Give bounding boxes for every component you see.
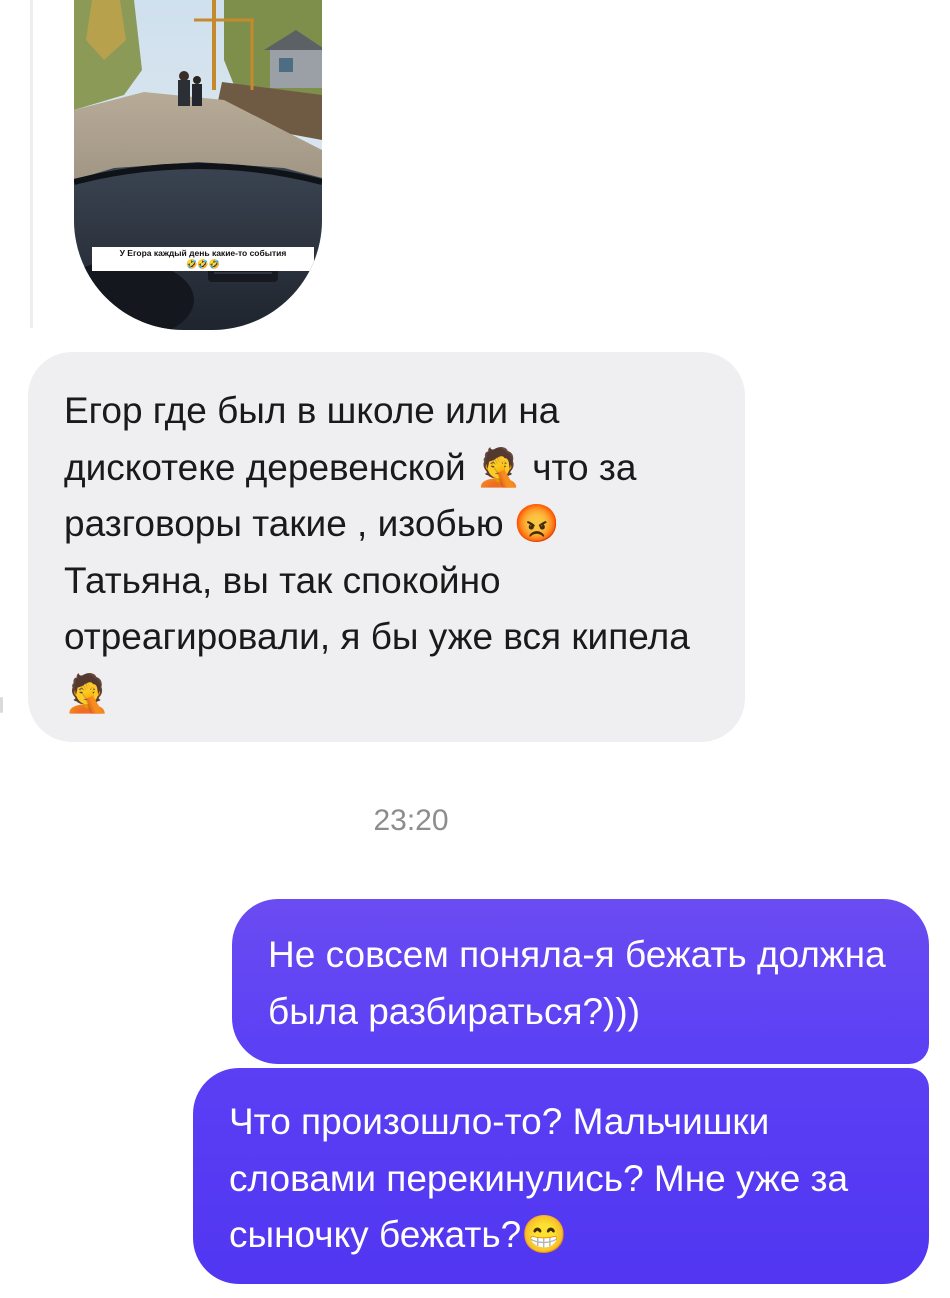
story-caption-emoji: 🤣🤣🤣	[186, 259, 220, 269]
avatar-edge	[0, 697, 3, 713]
incoming-message-bubble[interactable]: Егор где был в школе или на дискотеке де…	[28, 352, 745, 742]
outgoing-message-bubble[interactable]: Что произошло-то? Мальчишки словами пере…	[193, 1068, 929, 1284]
story-caption-text: У Егора каждый день какие-то события	[119, 248, 287, 258]
story-image	[74, 0, 322, 330]
story-caption: У Егора каждый день какие-то события 🤣🤣🤣	[92, 247, 314, 271]
outgoing-message-text: Не совсем поняла-я бежать должна была ра…	[268, 934, 886, 1032]
outgoing-message-bubble[interactable]: Не совсем поняла-я бежать должна была ра…	[232, 899, 929, 1064]
outgoing-message-text: Что произошло-то? Мальчишки словами пере…	[229, 1101, 849, 1255]
story-reply-thumbnail[interactable]: У Егора каждый день какие-то события 🤣🤣🤣	[74, 0, 322, 330]
incoming-message-text: Егор где был в школе или на дискотеке де…	[64, 390, 690, 714]
message-timestamp: 23:20	[373, 804, 449, 837]
reply-indicator-line	[30, 0, 33, 328]
